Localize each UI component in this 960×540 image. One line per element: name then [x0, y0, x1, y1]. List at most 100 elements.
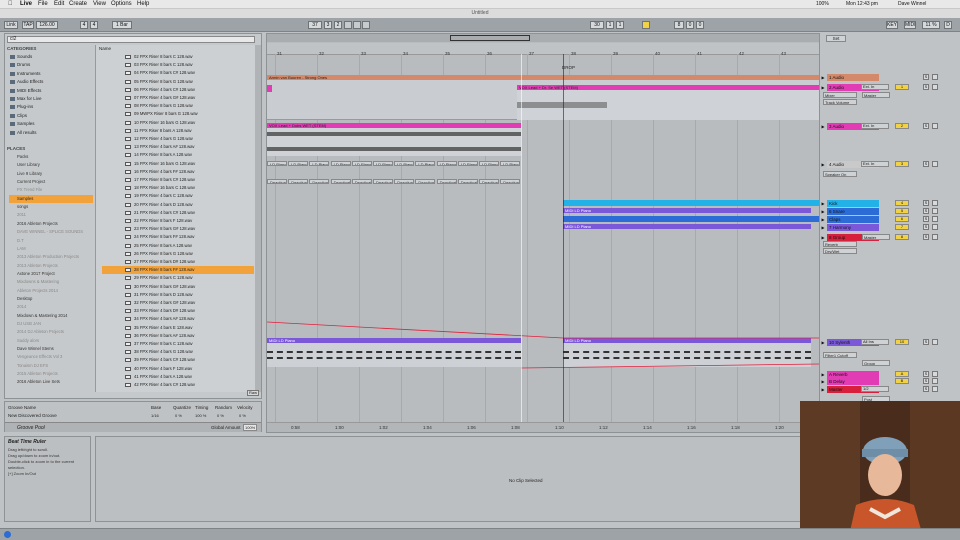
file-item[interactable]: 10 FPX Riser 16 bars G 128.wav: [124, 119, 254, 127]
bar-number[interactable]: 34: [403, 51, 408, 56]
clip-deactivated[interactable]: Deactivat: [436, 179, 457, 184]
track-fold-icon[interactable]: ▶: [820, 224, 826, 231]
place-item[interactable]: Axtone 2017 Project: [9, 270, 93, 278]
file-item[interactable]: 12 FPX Riser 4 bars G 128.wav: [124, 135, 254, 143]
arm-button[interactable]: [932, 339, 938, 345]
arm-button[interactable]: [932, 200, 938, 206]
place-item[interactable]: Dave Winnel Stems: [9, 345, 93, 353]
arm-button[interactable]: [932, 224, 938, 230]
track-input[interactable]: 1/2: [861, 386, 889, 392]
place-item[interactable]: 2013 Ableton Production Projects: [9, 253, 93, 261]
clip-ld-piano[interactable]: LD Piano: [457, 161, 478, 166]
clip-ld-piano[interactable]: LD Piano: [373, 161, 393, 166]
track-activator[interactable]: 4: [895, 200, 909, 206]
track-activator[interactable]: 10: [895, 339, 909, 345]
arm-button[interactable]: [932, 371, 938, 377]
track-header[interactable]: ▶ 4 Audio Ext. In 3 S: [820, 161, 946, 168]
groove-velocity-value[interactable]: 0 %: [239, 413, 246, 418]
track-fold-icon[interactable]: ▶: [820, 161, 826, 168]
solo-button[interactable]: S: [923, 200, 929, 206]
category-item-all-results[interactable]: All results: [9, 129, 93, 137]
browser-scrollbar[interactable]: [255, 45, 261, 392]
file-item[interactable]: 02 FPX Riser 8 bars C 128.wav: [124, 53, 254, 61]
arm-button[interactable]: [932, 216, 938, 222]
file-item[interactable]: 29 FPX Riser 8 bars C 128.wav: [124, 274, 254, 282]
track-header[interactable]: ▶ B Delay B S: [820, 378, 946, 385]
track-fold-icon[interactable]: ▶: [820, 371, 826, 378]
place-item[interactable]: LAM: [9, 245, 93, 253]
file-item[interactable]: 37 FPX Riser 8 bars C 128.wav: [124, 340, 254, 348]
bar-number[interactable]: 33: [361, 51, 366, 56]
place-item[interactable]: D.T: [9, 237, 93, 245]
overview-viewport[interactable]: [450, 35, 530, 41]
solo-button[interactable]: S: [923, 339, 929, 345]
solo-button[interactable]: S: [923, 378, 929, 384]
file-item[interactable]: 33 FPX Riser 4 bars D# 128.wav: [124, 307, 254, 315]
arm-button[interactable]: [932, 208, 938, 214]
solo-button[interactable]: S: [923, 234, 929, 240]
file-item[interactable]: 40 FPX Riser 4 bars F 128.wav: [124, 365, 254, 373]
track-input[interactable]: Ext. In: [861, 84, 889, 90]
clip-deactivated[interactable]: Deactivat: [309, 179, 330, 184]
solo-button[interactable]: S: [923, 216, 929, 222]
track-header[interactable]: ▶ 3 Audio Ext. In 2 S: [820, 123, 946, 130]
file-item[interactable]: 38 FPX Riser 4 bars G 128.wav: [124, 348, 254, 356]
place-item[interactable]: 2016 Ableton Projects: [9, 220, 93, 228]
file-item[interactable]: 22 FPX Riser 8 bars F 128.wav: [124, 217, 254, 225]
arm-button[interactable]: [932, 378, 938, 384]
clip-ld-piano[interactable]: LD Piano: [309, 161, 330, 166]
time-sig-den[interactable]: 4: [90, 21, 98, 29]
reverb-selector[interactable]: Reverb: [823, 241, 857, 247]
track-fold-icon[interactable]: ▶: [820, 123, 826, 130]
groove-quantize-value[interactable]: 0 %: [175, 413, 182, 418]
place-item[interactable]: DAVE WINNEL - SPLICE SOUNDS: [9, 228, 93, 236]
file-item[interactable]: 32 FPX Riser 4 bars G# 128.wav: [124, 299, 254, 307]
clip-ld-piano[interactable]: LD Piano: [479, 161, 499, 166]
bar-number[interactable]: 43: [781, 51, 786, 56]
place-item[interactable]: 2011: [9, 211, 93, 219]
track-name[interactable]: Claps: [827, 216, 879, 223]
position-bar[interactable]: 37: [308, 21, 322, 29]
track-activator[interactable]: 2: [895, 123, 909, 129]
category-item-sounds[interactable]: Sounds: [9, 53, 93, 61]
mixer-selector[interactable]: Mixer: [823, 92, 857, 98]
clip-ld-piano[interactable]: LD Piano: [330, 161, 351, 166]
clip-deactivated[interactable]: Deactivat: [457, 179, 478, 184]
place-item[interactable]: Saddy alors: [9, 337, 93, 345]
menu-live[interactable]: Live: [20, 1, 32, 7]
link-button[interactable]: Link: [4, 21, 18, 29]
stop-button[interactable]: [353, 21, 361, 29]
record-button[interactable]: [362, 21, 370, 29]
category-item-clips[interactable]: Clips: [9, 112, 93, 120]
tap-button[interactable]: TAP: [22, 21, 34, 29]
kick-lane[interactable]: [563, 200, 819, 206]
track-header[interactable]: ▶ A Reverb A S: [820, 371, 946, 378]
file-item[interactable]: 18 FPX Riser 16 bars C 128.wav: [124, 184, 254, 192]
file-item[interactable]: 41 FPX Riser 4 bars A 128.wav: [124, 373, 254, 381]
bar-number[interactable]: 37: [529, 51, 534, 56]
file-item[interactable]: 11 FPX Riser 8 bars A 128.wav: [124, 127, 254, 135]
category-item-plug-ins[interactable]: Plug-ins: [9, 103, 93, 111]
loop-start-bar[interactable]: 30: [590, 21, 604, 29]
track-input[interactable]: All Ins: [861, 339, 889, 345]
category-item-samples[interactable]: Samples: [9, 120, 93, 128]
user-name[interactable]: Dave Winnel: [898, 1, 926, 7]
track-activator[interactable]: 5: [895, 208, 909, 214]
claps-lane[interactable]: [563, 216, 819, 222]
midi-map-button[interactable]: MIDI: [904, 21, 916, 29]
file-item[interactable]: 35 FPX Riser 4 bars E 128.wav: [124, 324, 254, 332]
clip-ld-piano[interactable]: LD Piano: [394, 161, 415, 166]
track-name[interactable]: Kick: [827, 200, 879, 207]
file-item[interactable]: 23 FPX Riser 8 bars G# 128.wav: [124, 225, 254, 233]
track-activator[interactable]: 8: [895, 234, 909, 240]
arm-button[interactable]: [932, 74, 938, 80]
arm-button[interactable]: [932, 386, 938, 392]
groove-timing-value[interactable]: 100 %: [195, 413, 206, 418]
category-item-midi-effects[interactable]: MIDI Effects: [9, 87, 93, 95]
file-item[interactable]: 42 FPX Riser 4 bars C# 128.wav: [124, 381, 254, 389]
menu-edit[interactable]: Edit: [54, 1, 64, 7]
file-item[interactable]: 17 FPX Riser 8 bars C# 128.wav: [124, 176, 254, 184]
master-output[interactable]: Master: [862, 92, 890, 98]
file-item[interactable]: 21 FPX Riser 4 bars C# 128.wav: [124, 209, 254, 217]
track-fold-icon[interactable]: ▶: [820, 339, 826, 346]
